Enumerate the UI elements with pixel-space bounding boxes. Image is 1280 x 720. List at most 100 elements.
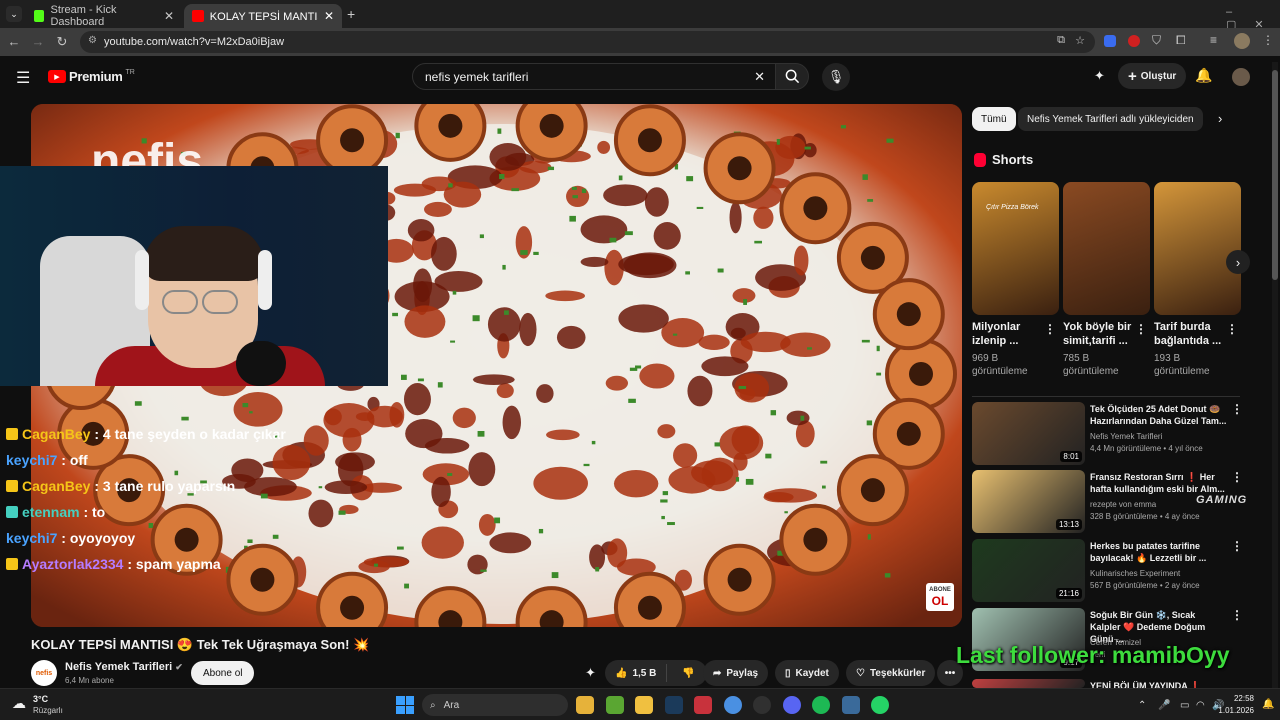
- folder-icon[interactable]: [635, 696, 653, 714]
- bookmark-star-icon[interactable]: ☆: [1075, 34, 1085, 47]
- parsley-fleck: [770, 410, 777, 416]
- windows-start-icon[interactable]: [396, 696, 414, 714]
- profile-avatar[interactable]: [1234, 33, 1250, 49]
- valorant-icon[interactable]: [694, 696, 712, 714]
- channel-name[interactable]: Nefis Yemek Tarifleri ✔: [65, 661, 183, 673]
- steam-icon[interactable]: [664, 696, 683, 714]
- sauce-drop: [618, 253, 674, 276]
- youtube-logo[interactable]: ▶ Premium TR: [48, 69, 135, 84]
- site-info-icon[interactable]: ⚙: [88, 35, 97, 46]
- tab-list-button[interactable]: ⌄: [6, 6, 22, 22]
- more-vert-icon[interactable]: ⋮: [1231, 470, 1243, 484]
- recommendation-title[interactable]: Herkes bu patates tarifine bayılacak! 🔥 …: [1090, 540, 1228, 564]
- recommendation-channel[interactable]: Nefis Yemek Tarifleri: [1090, 431, 1230, 442]
- more-vert-icon[interactable]: ⋮: [1226, 322, 1238, 336]
- short-title[interactable]: Milyonlar izlenip ...: [972, 320, 1050, 348]
- dumpling-filling: [727, 567, 752, 592]
- app-icon[interactable]: [841, 696, 860, 714]
- more-vert-icon[interactable]: ⋮: [1231, 608, 1243, 622]
- short-title[interactable]: Tarif burda bağlantıda ...: [1154, 320, 1232, 348]
- close-tab-icon[interactable]: ✕: [324, 9, 334, 23]
- more-vert-icon[interactable]: ⋮: [1044, 322, 1056, 336]
- tray-overflow-icon[interactable]: ⌃: [1138, 700, 1146, 711]
- obs-icon[interactable]: [753, 696, 771, 714]
- create-button[interactable]: + Oluştur: [1118, 63, 1187, 89]
- close-tab-icon[interactable]: ✕: [164, 9, 174, 23]
- new-tab-button[interactable]: +: [347, 6, 355, 22]
- whatsapp-icon[interactable]: [871, 696, 889, 714]
- reload-icon[interactable]: ↻: [54, 34, 70, 50]
- more-vert-icon[interactable]: ⋮: [1231, 539, 1243, 553]
- hamburger-menu-icon[interactable]: ☰: [16, 68, 30, 88]
- minecraft-icon[interactable]: [605, 696, 624, 714]
- sauce-drop: [603, 184, 648, 207]
- subscribe-button[interactable]: Abone ol: [191, 661, 255, 685]
- weather-icon[interactable]: ☁: [12, 695, 26, 712]
- like-dislike-group: 👍 1,5 B 👎: [605, 660, 707, 686]
- premium-gem-icon[interactable]: ✦: [1094, 68, 1105, 84]
- scrollbar-thumb[interactable]: [1272, 70, 1278, 280]
- recommendation-thumbnail[interactable]: [972, 679, 1085, 688]
- clock-time[interactable]: 22:58: [1230, 694, 1254, 703]
- discord-icon[interactable]: [782, 696, 801, 714]
- recommendation-title[interactable]: Fransız Restoran Sırrı ❗ Her hafta kulla…: [1090, 471, 1228, 495]
- display-icon[interactable]: ▭: [1180, 700, 1189, 711]
- search-button[interactable]: [775, 63, 809, 90]
- short-thumbnail[interactable]: [1154, 182, 1241, 315]
- account-avatar[interactable]: [1232, 68, 1250, 86]
- short-thumbnail[interactable]: [1063, 182, 1150, 315]
- channel-avatar[interactable]: nefis: [31, 660, 57, 686]
- clear-search-icon[interactable]: ✕: [754, 69, 765, 85]
- extensions-puzzle-icon[interactable]: ⧠: [1176, 33, 1186, 48]
- reading-list-icon[interactable]: ≡: [1210, 33, 1217, 47]
- scrollbar-track[interactable]: [1272, 62, 1278, 688]
- extension-translate-icon[interactable]: [1104, 35, 1116, 47]
- premium-sparkle-icon[interactable]: ✦: [585, 665, 596, 681]
- like-button[interactable]: 👍 1,5 B: [605, 664, 668, 682]
- taskbar-search[interactable]: ⌕ Ara: [422, 694, 568, 716]
- shield-icon[interactable]: ⛉: [1152, 33, 1161, 48]
- network-icon[interactable]: ◠: [1196, 700, 1205, 711]
- spotify-icon[interactable]: [812, 696, 830, 714]
- headphone-right: [258, 250, 272, 310]
- save-button[interactable]: ▯ Kaydet: [775, 660, 839, 686]
- recommendation-thumbnail[interactable]: 8:01: [972, 402, 1085, 465]
- shorts-next-button[interactable]: ›: [1226, 250, 1250, 274]
- tab-kick-dashboard[interactable]: Stream - Kick Dashboard ✕: [26, 4, 182, 28]
- short-title[interactable]: Yok böyle bir simit,tarifi ...: [1063, 320, 1141, 348]
- search-value: nefis yemek tarifleri: [425, 69, 529, 84]
- parsley-fleck: [479, 234, 484, 239]
- parsley-fleck: [437, 382, 443, 388]
- recommendation-thumbnail[interactable]: 21:16: [972, 539, 1085, 602]
- tab-youtube-video[interactable]: KOLAY TEPSİ MANTISI 😍 Tek T ✕: [184, 4, 342, 28]
- share-button[interactable]: ➦ Paylaş: [703, 660, 769, 686]
- recommendation-thumbnail[interactable]: 13:13: [972, 470, 1085, 533]
- browser-menu-icon[interactable]: ⋮: [1262, 33, 1274, 47]
- install-icon[interactable]: ⧉: [1057, 34, 1065, 47]
- parsley-fleck: [272, 534, 279, 539]
- subscribe-overlay-badge[interactable]: ABONE OL: [926, 583, 954, 611]
- microphone-tray-icon[interactable]: 🎤: [1158, 700, 1170, 711]
- forward-icon[interactable]: →: [30, 34, 46, 49]
- dislike-button[interactable]: 👎: [672, 668, 704, 679]
- more-vert-icon[interactable]: ⋮: [1231, 402, 1243, 416]
- search-input[interactable]: nefis yemek tarifleri ✕: [412, 63, 776, 90]
- voice-search-button[interactable]: 🎙: [822, 63, 850, 91]
- back-icon[interactable]: ←: [6, 34, 22, 49]
- short-thumbnail[interactable]: Çıtır Pizza Börek: [972, 182, 1059, 315]
- file-explorer-icon[interactable]: [576, 696, 594, 714]
- chip-uploader[interactable]: Nefis Yemek Tarifleri adlı yükleyiciden: [1018, 107, 1203, 131]
- address-bar[interactable]: ⚙ youtube.com/watch?v=M2xDa0iBjaw ⧉ ☆: [80, 31, 1095, 53]
- thanks-button[interactable]: ♡ Teşekkürler: [846, 660, 936, 686]
- recommendation-channel[interactable]: Kulinarisches Experiment: [1090, 568, 1230, 579]
- sauce-drop: [405, 419, 443, 449]
- chip-next-chevron-icon[interactable]: ›: [1218, 111, 1222, 126]
- chrome-icon[interactable]: [723, 696, 742, 714]
- notifications-bell-icon[interactable]: 🔔: [1195, 67, 1212, 84]
- notification-bell-icon[interactable]: 🔔: [1262, 699, 1274, 710]
- recommendation-title[interactable]: Tek Ölçüden 25 Adet Donut 🍩 Hazırlarında…: [1090, 403, 1228, 427]
- extension-red-icon[interactable]: [1128, 35, 1140, 47]
- clock-date[interactable]: 1.01.2026: [1212, 706, 1254, 715]
- more-vert-icon[interactable]: ⋮: [1135, 322, 1147, 336]
- chip-all[interactable]: Tümü: [972, 107, 1016, 131]
